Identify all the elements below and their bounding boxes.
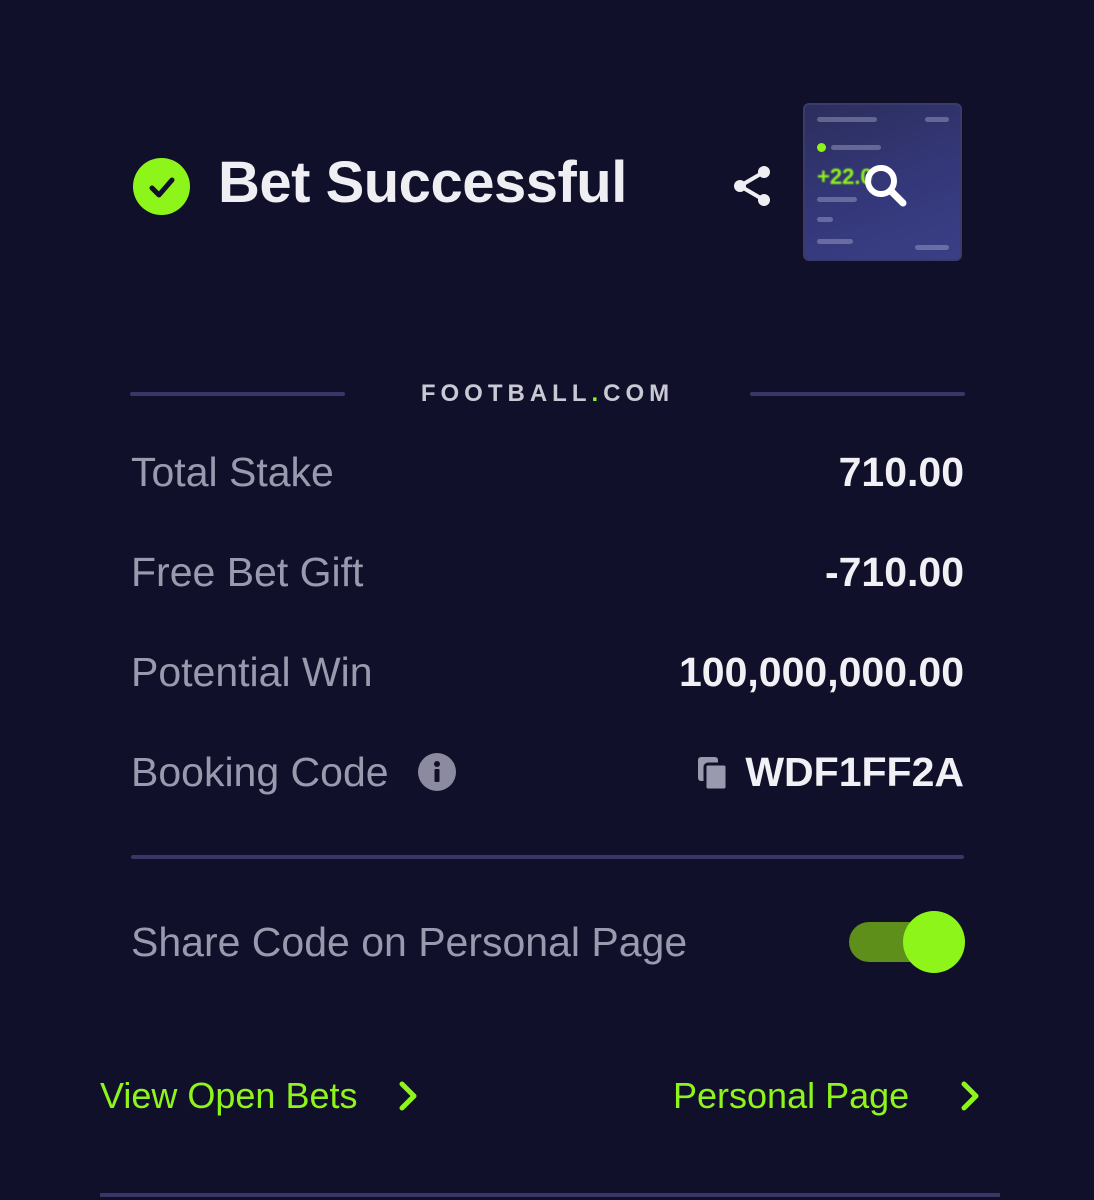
thumb-line	[817, 197, 857, 202]
free-bet-gift-row: Free Bet Gift -710.00	[131, 540, 964, 604]
thumb-dot	[817, 143, 826, 152]
share-code-toggle[interactable]	[849, 911, 965, 973]
share-code-label: Share Code on Personal Page	[131, 919, 688, 965]
personal-page-link[interactable]: Personal Page	[673, 1066, 985, 1126]
row-label: Free Bet Gift	[131, 549, 364, 595]
row-label: Potential Win	[131, 649, 373, 695]
thumb-line	[925, 117, 949, 122]
bet-slip-thumbnail[interactable]: +22.0	[803, 103, 962, 261]
thumb-line	[831, 145, 881, 150]
free-bet-gift-value: -710.00	[824, 549, 964, 595]
thumb-line	[915, 245, 949, 250]
potential-win-value: 100,000,000.00	[679, 649, 964, 695]
copy-icon[interactable]	[695, 754, 731, 792]
view-open-bets-link[interactable]: View Open Bets	[100, 1066, 423, 1126]
separator	[131, 855, 964, 859]
chevron-right-icon	[961, 1081, 979, 1111]
page-title: Bet Successful	[218, 150, 627, 215]
row-label: Total Stake	[131, 449, 334, 495]
toggle-knob	[903, 911, 965, 973]
check-circle-icon	[133, 158, 190, 215]
info-icon[interactable]	[418, 753, 456, 791]
total-stake-row: Total Stake 710.00	[131, 440, 964, 504]
booking-code-value: WDF1FF2A	[745, 749, 964, 795]
magnify-icon[interactable]	[861, 161, 911, 211]
brand-logo: FOOTBALL.COM	[345, 376, 750, 412]
share-icon[interactable]	[728, 162, 776, 210]
thumb-line	[817, 117, 877, 122]
potential-win-row: Potential Win 100,000,000.00	[131, 640, 964, 704]
brand-dot: .	[591, 380, 604, 407]
brand-name: FOOTBALL	[420, 380, 592, 407]
booking-code-row: Booking Code WDF1FF2A	[131, 740, 964, 804]
row-label: Booking Code	[131, 749, 389, 795]
view-open-bets-label: View Open Bets	[100, 1075, 358, 1116]
thumb-line	[817, 239, 853, 244]
personal-page-label: Personal Page	[673, 1075, 910, 1116]
bottom-divider	[100, 1193, 1000, 1197]
total-stake-value: 710.00	[838, 449, 964, 495]
thumb-line	[817, 217, 833, 222]
chevron-right-icon	[399, 1081, 417, 1111]
brand-divider-right	[750, 392, 965, 396]
brand-suffix: COM	[603, 380, 675, 407]
brand-divider-left	[130, 392, 345, 396]
